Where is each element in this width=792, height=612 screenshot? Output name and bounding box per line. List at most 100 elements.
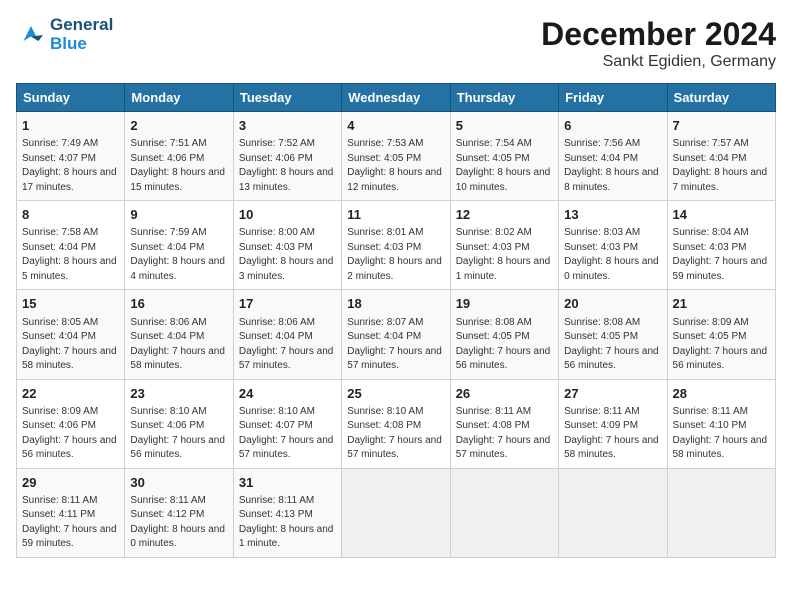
calendar-cell: 30 Sunrise: 8:11 AMSunset: 4:12 PMDayligh… [125, 468, 233, 557]
day-info: Sunrise: 8:08 AMSunset: 4:05 PMDaylight:… [564, 316, 661, 374]
calendar-cell: 6Sunrise: 7:56 AMSunset: 4:04 PMDaylight… [559, 112, 667, 201]
calendar-cell [667, 468, 775, 557]
calendar-table: SundayMondayTuesdayWednesdayThursdayFrid… [16, 83, 776, 558]
day-info: Sunrise: 8:11 AMSunset: 4:11 PMDaylight:… [22, 494, 119, 552]
calendar-cell: 20 Sunrise: 8:08 AMSunset: 4:05 PMDayligh… [559, 290, 667, 379]
calendar-week-row: 1 Sunrise: 7:49 AMSunset: 4:07 PMDaylight… [17, 112, 776, 201]
weekday-header-saturday: Saturday [667, 84, 775, 112]
calendar-cell: 1 Sunrise: 7:49 AMSunset: 4:07 PMDaylight… [17, 112, 125, 201]
day-number: 13 [564, 206, 661, 224]
location-subtitle: Sankt Egidien, Germany [541, 53, 776, 71]
weekday-header-wednesday: Wednesday [342, 84, 450, 112]
calendar-week-row: 22 Sunrise: 8:09 AMSunset: 4:06 PMDayligh… [17, 379, 776, 468]
calendar-week-row: 8 Sunrise: 7:58 AMSunset: 4:04 PMDaylight… [17, 201, 776, 290]
day-number: 11 [347, 206, 444, 224]
day-number: 2 [130, 117, 227, 135]
day-info: Sunrise: 7:52 AMSunset: 4:06 PMDaylight:… [239, 137, 336, 195]
weekday-header-monday: Monday [125, 84, 233, 112]
calendar-cell: 9 Sunrise: 7:59 AMSunset: 4:04 PMDaylight… [125, 201, 233, 290]
calendar-week-row: 15 Sunrise: 8:05 AMSunset: 4:04 PMDayligh… [17, 290, 776, 379]
day-number: 5 [456, 117, 553, 135]
day-number: 15 [22, 295, 119, 313]
day-number: 12 [456, 206, 553, 224]
day-info: Sunrise: 7:49 AMSunset: 4:07 PMDaylight:… [22, 137, 119, 195]
day-info: Sunrise: 8:07 AMSunset: 4:04 PMDaylight:… [347, 316, 444, 374]
day-number: 26 [456, 385, 553, 403]
day-info: Sunrise: 8:08 AMSunset: 4:05 PMDaylight:… [456, 316, 553, 374]
calendar-cell: 18Sunrise: 8:07 AMSunset: 4:04 PMDayligh… [342, 290, 450, 379]
day-info: Sunrise: 8:01 AMSunset: 4:03 PMDaylight:… [347, 226, 444, 284]
calendar-cell: 29 Sunrise: 8:11 AMSunset: 4:11 PMDayligh… [17, 468, 125, 557]
day-info: Sunrise: 8:11 AMSunset: 4:09 PMDaylight:… [564, 405, 661, 463]
day-info: Sunrise: 7:56 AMSunset: 4:04 PMDaylight:… [564, 137, 661, 195]
calendar-cell: 15 Sunrise: 8:05 AMSunset: 4:04 PMDayligh… [17, 290, 125, 379]
calendar-cell: 26 Sunrise: 8:11 AMSunset: 4:08 PMDayligh… [450, 379, 558, 468]
day-info: Sunrise: 8:11 AMSunset: 4:08 PMDaylight:… [456, 405, 553, 463]
day-info: Sunrise: 8:09 AMSunset: 4:05 PMDaylight:… [673, 316, 770, 374]
day-info: Sunrise: 7:54 AMSunset: 4:05 PMDaylight:… [456, 137, 553, 195]
day-number: 27 [564, 385, 661, 403]
calendar-cell: 19Sunrise: 8:08 AMSunset: 4:05 PMDayligh… [450, 290, 558, 379]
day-info: Sunrise: 8:06 AMSunset: 4:04 PMDaylight:… [130, 316, 227, 374]
calendar-cell: 24 Sunrise: 8:10 AMSunset: 4:07 PMDayligh… [233, 379, 341, 468]
day-number: 9 [130, 206, 227, 224]
calendar-week-row: 29 Sunrise: 8:11 AMSunset: 4:11 PMDayligh… [17, 468, 776, 557]
day-number: 1 [22, 117, 119, 135]
logo-text-blue: Blue [50, 34, 87, 53]
day-number: 29 [22, 474, 119, 492]
day-info: Sunrise: 7:59 AMSunset: 4:04 PMDaylight:… [130, 226, 227, 284]
day-info: Sunrise: 8:11 AMSunset: 4:10 PMDaylight:… [673, 405, 770, 463]
month-year-title: December 2024 [541, 16, 776, 53]
day-number: 21 [673, 295, 770, 313]
calendar-cell: 17 Sunrise: 8:06 AMSunset: 4:04 PMDayligh… [233, 290, 341, 379]
logo-text-general: General [50, 15, 113, 34]
day-number: 31 [239, 474, 336, 492]
day-number: 24 [239, 385, 336, 403]
weekday-header-friday: Friday [559, 84, 667, 112]
day-info: Sunrise: 8:10 AMSunset: 4:06 PMDaylight:… [130, 405, 227, 463]
calendar-cell: 25Sunrise: 8:10 AMSunset: 4:08 PMDayligh… [342, 379, 450, 468]
calendar-cell: 31 Sunrise: 8:11 AMSunset: 4:13 PMDayligh… [233, 468, 341, 557]
day-number: 14 [673, 206, 770, 224]
day-info: Sunrise: 8:04 AMSunset: 4:03 PMDaylight:… [673, 226, 770, 284]
calendar-cell: 16 Sunrise: 8:06 AMSunset: 4:04 PMDayligh… [125, 290, 233, 379]
day-number: 17 [239, 295, 336, 313]
calendar-cell: 22 Sunrise: 8:09 AMSunset: 4:06 PMDayligh… [17, 379, 125, 468]
calendar-cell [342, 468, 450, 557]
day-number: 3 [239, 117, 336, 135]
day-number: 8 [22, 206, 119, 224]
day-info: Sunrise: 8:09 AMSunset: 4:06 PMDaylight:… [22, 405, 119, 463]
day-info: Sunrise: 7:58 AMSunset: 4:04 PMDaylight:… [22, 226, 119, 284]
calendar-cell: 13 Sunrise: 8:03 AMSunset: 4:03 PMDayligh… [559, 201, 667, 290]
day-info: Sunrise: 8:11 AMSunset: 4:13 PMDaylight:… [239, 494, 336, 552]
day-info: Sunrise: 8:02 AMSunset: 4:03 PMDaylight:… [456, 226, 553, 284]
page-header: General Blue December 2024 Sankt Egidien… [16, 16, 776, 71]
day-number: 30 [130, 474, 227, 492]
day-info: Sunrise: 8:11 AMSunset: 4:12 PMDaylight:… [130, 494, 227, 552]
calendar-cell: 2 Sunrise: 7:51 AMSunset: 4:06 PMDaylight… [125, 112, 233, 201]
day-number: 7 [673, 117, 770, 135]
day-info: Sunrise: 8:03 AMSunset: 4:03 PMDaylight:… [564, 226, 661, 284]
day-info: Sunrise: 7:57 AMSunset: 4:04 PMDaylight:… [673, 137, 770, 195]
weekday-header-sunday: Sunday [17, 84, 125, 112]
day-number: 10 [239, 206, 336, 224]
day-number: 4 [347, 117, 444, 135]
day-info: Sunrise: 8:06 AMSunset: 4:04 PMDaylight:… [239, 316, 336, 374]
calendar-cell: 21 Sunrise: 8:09 AMSunset: 4:05 PMDayligh… [667, 290, 775, 379]
logo-icon [16, 20, 46, 50]
day-info: Sunrise: 8:05 AMSunset: 4:04 PMDaylight:… [22, 316, 119, 374]
calendar-cell: 4Sunrise: 7:53 AMSunset: 4:05 PMDaylight… [342, 112, 450, 201]
logo: General Blue [16, 16, 113, 53]
day-number: 20 [564, 295, 661, 313]
calendar-cell: 3 Sunrise: 7:52 AMSunset: 4:06 PMDaylight… [233, 112, 341, 201]
calendar-cell: 28Sunrise: 8:11 AMSunset: 4:10 PMDayligh… [667, 379, 775, 468]
day-info: Sunrise: 7:51 AMSunset: 4:06 PMDaylight:… [130, 137, 227, 195]
calendar-cell: 14 Sunrise: 8:04 AMSunset: 4:03 PMDayligh… [667, 201, 775, 290]
day-info: Sunrise: 8:10 AMSunset: 4:07 PMDaylight:… [239, 405, 336, 463]
day-number: 16 [130, 295, 227, 313]
day-info: Sunrise: 8:00 AMSunset: 4:03 PMDaylight:… [239, 226, 336, 284]
calendar-cell [450, 468, 558, 557]
day-number: 23 [130, 385, 227, 403]
weekday-header-tuesday: Tuesday [233, 84, 341, 112]
day-number: 22 [22, 385, 119, 403]
